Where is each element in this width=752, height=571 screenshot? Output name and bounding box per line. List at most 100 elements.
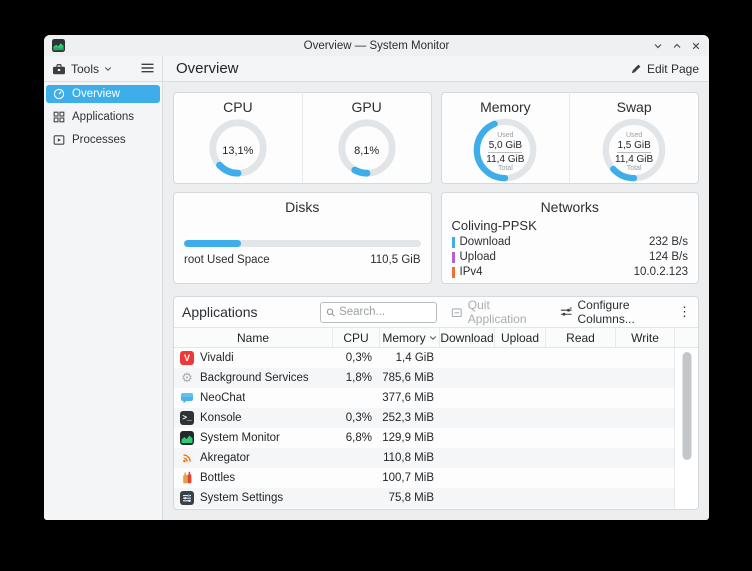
ipv4-color-swatch <box>452 267 455 278</box>
quit-application-label: Quit Application <box>468 298 542 326</box>
search-icon <box>326 307 336 318</box>
maximize-button[interactable] <box>672 41 682 51</box>
table-row-system-monitor[interactable]: System Monitor 6,8% 129,9 MiB <box>174 428 674 448</box>
table-row-akregator[interactable]: Akregator 110,8 MiB <box>174 448 674 468</box>
download-label: Download <box>460 236 511 248</box>
memory-title: Memory <box>480 99 531 115</box>
akregator-icon <box>180 451 194 465</box>
column-header-cpu[interactable]: CPU <box>332 328 379 347</box>
network-download-row: Download 232 B/s <box>452 236 689 248</box>
gpu-gauge: 8,1% <box>336 117 398 184</box>
upload-label: Upload <box>460 251 496 263</box>
hamburger-menu-button[interactable] <box>141 60 154 78</box>
table-scrollbar-thumb[interactable] <box>682 352 691 460</box>
applications-panel: Applications Quit Application <box>173 296 699 510</box>
networks-card: Networks Coliving-PPSK Download 232 B/s … <box>441 192 700 284</box>
swap-used-label: Used <box>626 132 642 140</box>
sidebar-item-overview[interactable]: Overview <box>46 85 160 103</box>
cpu-gauge: 13,1% <box>207 117 269 184</box>
background-services-icon: ⚙ <box>180 371 194 385</box>
toolbar-left-section: Tools <box>44 56 163 81</box>
tools-label: Tools <box>71 62 99 76</box>
disk-label: root Used Space <box>184 254 270 266</box>
sidebar-item-processes[interactable]: Processes <box>46 131 160 149</box>
sidebar: Overview Applications Processes <box>44 82 163 520</box>
bottles-icon <box>180 471 194 485</box>
configure-columns-button[interactable]: Configure Columns... <box>560 298 678 326</box>
swap-total-value: 11,4 GiB <box>615 154 653 165</box>
chevron-down-icon <box>104 66 112 72</box>
column-header-name[interactable]: Name <box>174 328 332 347</box>
minimize-button[interactable] <box>653 41 663 51</box>
system-monitor-icon <box>180 431 194 445</box>
quit-application-icon <box>451 306 463 319</box>
edit-page-label: Edit Page <box>647 62 699 76</box>
upload-value: 124 B/s <box>649 251 688 263</box>
table-row-neochat[interactable]: NeoChat 377,6 MiB <box>174 388 674 408</box>
swap-total-label: Total <box>627 165 642 173</box>
memory-gauge-section: Memory Used 5,0 GiB 11,4 GiB <box>442 93 570 183</box>
column-header-scroll-spacer <box>674 328 698 347</box>
table-row-vivaldi[interactable]: V Vivaldi 0,3% 1,4 GiB <box>174 348 674 368</box>
quit-application-button[interactable]: Quit Application <box>451 298 542 326</box>
fraction-divider <box>617 152 651 153</box>
cpu-value: 13,1% <box>222 145 253 157</box>
memory-total-label: Total <box>498 165 513 173</box>
titlebar: Overview — System Monitor <box>44 35 709 56</box>
table-row-system-settings[interactable]: System Settings 75,8 MiB <box>174 488 674 508</box>
window-title: Overview — System Monitor <box>44 40 709 52</box>
cpu-gpu-card: CPU 13,1% GPU <box>173 92 432 184</box>
overflow-menu-button[interactable]: ⋮ <box>678 304 690 320</box>
grid-icon <box>52 111 65 123</box>
swap-used-value: 1,5 GiB <box>617 140 650 151</box>
search-box[interactable] <box>320 302 438 323</box>
configure-columns-label: Configure Columns... <box>578 298 679 326</box>
column-header-read[interactable]: Read <box>545 328 615 347</box>
sidebar-item-label: Processes <box>72 134 126 146</box>
sidebar-item-applications[interactable]: Applications <box>46 108 160 126</box>
table-scrollbar-track[interactable] <box>674 348 698 509</box>
column-header-upload[interactable]: Upload <box>494 328 545 347</box>
speedometer-icon <box>52 88 65 100</box>
edit-page-button[interactable]: Edit Page <box>630 62 699 76</box>
disk-value: 110,5 GiB <box>370 254 420 266</box>
process-run-icon <box>52 134 65 146</box>
page-title: Overview <box>176 60 239 77</box>
network-ipv4-row: IPv4 10.0.2.123 <box>452 266 689 278</box>
cpu-title: CPU <box>223 99 253 115</box>
column-header-write[interactable]: Write <box>615 328 674 347</box>
table-body: V Vivaldi 0,3% 1,4 GiB <box>174 348 698 509</box>
toolbox-icon <box>52 63 66 75</box>
sort-descending-icon <box>429 335 437 341</box>
column-header-memory[interactable]: Memory <box>379 328 439 347</box>
disk-usage-bar <box>184 240 421 247</box>
memory-used-label: Used <box>497 132 513 140</box>
network-upload-row: Upload 124 B/s <box>452 251 689 263</box>
konsole-icon: >_ <box>180 411 194 425</box>
network-interface-name: Coliving-PPSK <box>452 218 537 233</box>
ipv4-label: IPv4 <box>460 266 483 278</box>
upload-color-swatch <box>452 252 455 263</box>
close-button[interactable] <box>691 41 701 51</box>
toolbar: Tools Overview Edit Page <box>44 56 709 82</box>
networks-title: Networks <box>541 199 599 215</box>
table-row-background-services[interactable]: ⚙ Background Services 1,8% 785,6 MiB <box>174 368 674 388</box>
gpu-title: GPU <box>351 99 381 115</box>
tools-menu-button[interactable]: Tools <box>52 62 112 76</box>
system-monitor-window: Overview — System Monitor Tools <box>44 35 709 520</box>
sidebar-item-label: Overview <box>72 88 120 100</box>
table-row-bottles[interactable]: Bottles 100,7 MiB <box>174 468 674 488</box>
applications-title: Applications <box>182 304 258 320</box>
overview-page: CPU 13,1% GPU <box>163 82 709 520</box>
disks-title: Disks <box>285 199 319 215</box>
column-header-download[interactable]: Download <box>439 328 494 347</box>
table-rows: V Vivaldi 0,3% 1,4 GiB <box>174 348 674 509</box>
search-input[interactable] <box>339 306 431 318</box>
disk-usage-fill <box>184 240 241 247</box>
pencil-icon <box>630 63 642 75</box>
ipv4-value: 10.0.2.123 <box>634 266 688 278</box>
memory-gauge: Used 5,0 GiB 11,4 GiB Total <box>472 117 538 184</box>
download-value: 232 B/s <box>649 236 688 248</box>
gpu-value: 8,1% <box>354 145 379 157</box>
table-row-konsole[interactable]: >_ Konsole 0,3% 252,3 MiB <box>174 408 674 428</box>
